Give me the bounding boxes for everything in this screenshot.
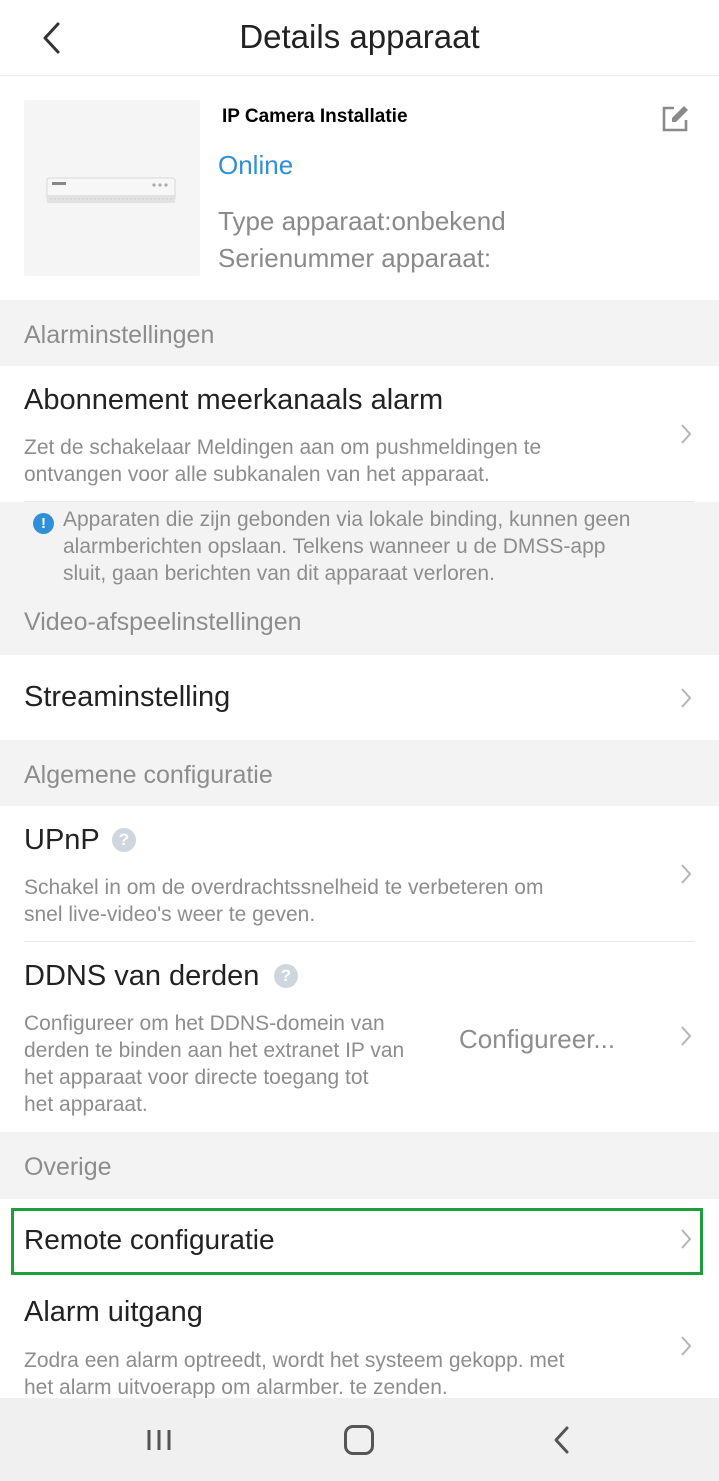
row-desc-subscription-1: Zet de schakelaar Meldingen aan om pushm… — [24, 436, 542, 459]
device-thumbnail — [24, 100, 200, 276]
row-title-ddns: DDNS van derden — [24, 960, 260, 992]
device-type: Type apparaat:onbekend — [218, 206, 506, 236]
row-title-subscription: Abonnement meerkanaals alarm — [24, 384, 444, 416]
row-third-party-ddns[interactable]: DDNS van derden ? Configureer om het DDN… — [0, 942, 719, 1132]
row-desc-ddns-1: Configureer om het DDNS-domein van — [24, 1012, 385, 1035]
row-upnp[interactable]: UPnP ? Schakel in om de overdrachtssnelh… — [0, 806, 719, 942]
notice-line-2: alarmberichten opslaan. Telkens wanneer … — [63, 535, 606, 558]
local-binding-notice: ! Apparaten die zijn gebonden via lokale… — [0, 502, 719, 592]
system-nav-bar — [0, 1398, 719, 1481]
device-status: Online — [218, 150, 294, 180]
device-card: IP Camera Installatie Online Type appara… — [0, 76, 719, 300]
edit-icon[interactable] — [660, 104, 690, 134]
notice-line-3: sluit, gaan berichten van dit apparaat v… — [63, 562, 495, 585]
row-title-remote: Remote configuratie — [24, 1224, 275, 1255]
row-desc-subscription-2: ontvangen voor alle subkanalen van het a… — [24, 463, 490, 486]
chevron-right-icon — [681, 424, 692, 444]
row-title-stream: Streaminstelling — [24, 681, 231, 713]
section-general-config: Algemene configuratie — [0, 740, 719, 806]
row-title-alarm-output: Alarm uitgang — [24, 1296, 203, 1328]
row-desc-upnp-2: snel live-video's weer te geven. — [24, 903, 316, 926]
section-label-alarm: Alarminstellingen — [24, 321, 215, 349]
notice-text: Apparaten die zijn gebonden via lokale b… — [63, 506, 703, 587]
section-label-video: Video-afspeelinstellingen — [24, 608, 302, 636]
recents-icon[interactable] — [146, 1428, 172, 1452]
row-desc-ddns-3: het apparaat voor directe toegang tot — [24, 1066, 369, 1089]
row-stream-setting[interactable]: Streaminstelling — [0, 655, 719, 740]
row-multichannel-alarm[interactable]: Abonnement meerkanaals alarm Zet de scha… — [0, 366, 719, 502]
row-desc-upnp-1: Schakel in om de overdrachtssnelheid te … — [24, 876, 544, 899]
row-remote-config[interactable]: Remote configuratie — [0, 1199, 719, 1283]
ddns-value: Configureer... — [459, 1024, 616, 1054]
device-serial: Serienummer apparaat: — [218, 243, 492, 273]
nvr-device-image — [46, 177, 176, 203]
info-icon: ! — [33, 513, 54, 534]
section-video-playback: Video-afspeelinstellingen — [0, 592, 719, 655]
help-icon[interactable]: ? — [112, 828, 136, 852]
row-desc-ddns-4: het apparaat. — [24, 1093, 148, 1116]
row-desc-alarm-output-2: het alarm uitvoerapp om alarmber. te zen… — [24, 1376, 448, 1399]
row-desc-ddns-2: derden te binden aan het extranet IP van — [24, 1039, 405, 1062]
page-title: Details apparaat — [239, 18, 480, 55]
chevron-right-icon — [681, 1229, 692, 1249]
section-other: Overige — [0, 1132, 719, 1199]
top-app-bar: Details apparaat — [0, 0, 719, 76]
section-alarm-settings: Alarminstellingen — [0, 300, 719, 366]
section-label-other: Overige — [24, 1153, 112, 1181]
row-desc-alarm-output-1: Zodra een alarm optreedt, wordt het syst… — [24, 1349, 565, 1372]
notice-line-1: Apparaten die zijn gebonden via lokale b… — [63, 508, 631, 531]
home-icon[interactable] — [344, 1425, 374, 1455]
chevron-right-icon — [681, 688, 692, 708]
back-icon[interactable] — [552, 1425, 570, 1455]
row-title-upnp: UPnP — [24, 824, 100, 856]
section-label-general: Algemene configuratie — [24, 761, 273, 789]
row-alarm-output[interactable]: Alarm uitgang Zodra een alarm optreedt, … — [0, 1283, 719, 1399]
chevron-right-icon — [681, 864, 692, 884]
help-icon[interactable]: ? — [274, 964, 298, 988]
chevron-right-icon — [681, 1336, 692, 1356]
device-name: IP Camera Installatie — [222, 106, 408, 127]
chevron-right-icon — [681, 1026, 692, 1046]
